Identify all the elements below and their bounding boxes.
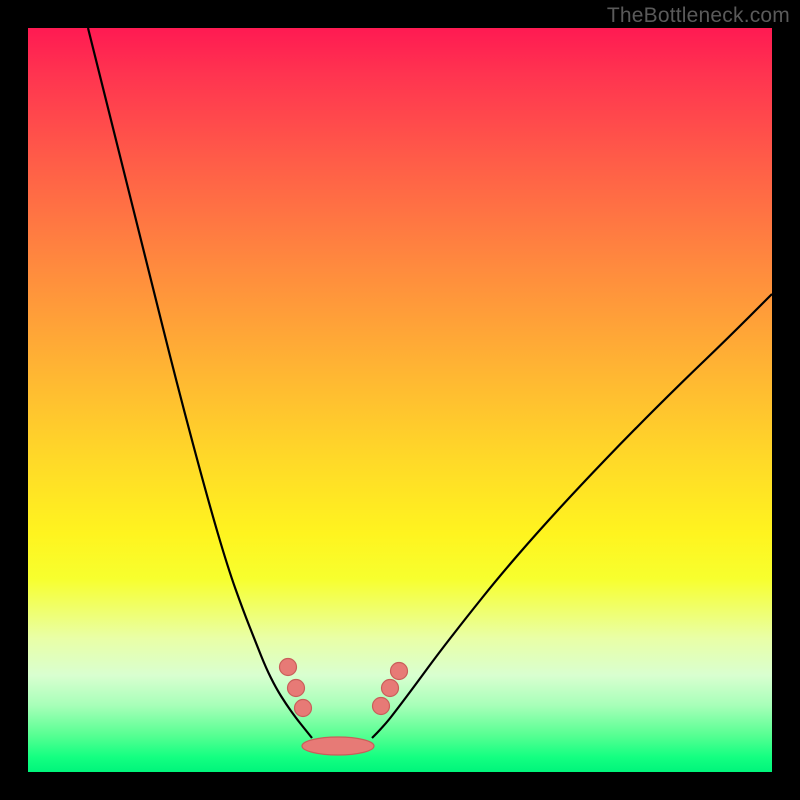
markers-left-group [280, 659, 312, 717]
bottleneck-curve [28, 28, 772, 772]
marker-right-2 [391, 663, 408, 680]
marker-right-1 [382, 680, 399, 697]
watermark-text: TheBottleneck.com [607, 4, 790, 28]
curve-left-branch [88, 28, 312, 738]
curve-right-branch [372, 294, 772, 738]
markers-right-group [373, 663, 408, 715]
chart-plot-area [28, 28, 772, 772]
floor-pill-marker [302, 737, 374, 755]
marker-left-1 [288, 680, 305, 697]
marker-left-2 [295, 700, 312, 717]
marker-right-0 [373, 698, 390, 715]
marker-left-0 [280, 659, 297, 676]
